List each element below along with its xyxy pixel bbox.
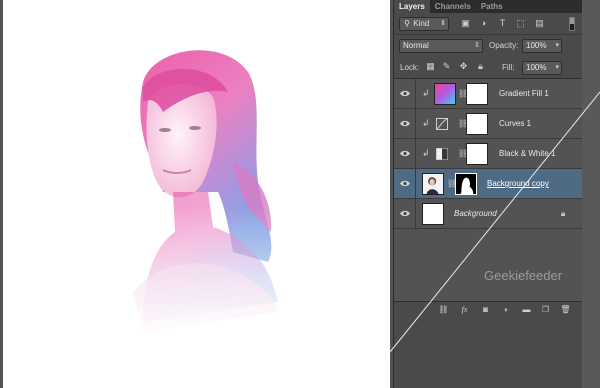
type-filter-icon[interactable]: T — [497, 18, 508, 29]
trash-icon[interactable]: 🗑︎ — [560, 305, 571, 315]
layer-name[interactable]: Background copy — [487, 169, 549, 199]
panel-dock-gutter — [582, 0, 600, 388]
fill-field[interactable]: 100% ▾ — [522, 61, 562, 75]
updown-icon: ⇕ — [474, 42, 480, 49]
tab-layers[interactable]: Layers — [394, 0, 430, 13]
clipping-arrow-icon: ↲ — [422, 148, 430, 158]
lock-image-pixels-icon[interactable]: ✎ — [441, 61, 452, 72]
link-icon[interactable]: ⛓ — [458, 89, 468, 99]
opacity-field[interactable]: 100% ▾ — [522, 39, 562, 53]
link-icon[interactable]: ⛓ — [458, 149, 468, 159]
tab-paths[interactable]: Paths — [476, 0, 508, 13]
chevron-down-icon: ▾ — [555, 42, 559, 49]
document-workspace — [0, 0, 393, 388]
fill-label: Fill: — [502, 63, 515, 72]
clipping-arrow-icon: ↲ — [422, 88, 430, 98]
eye-icon — [400, 210, 410, 217]
mask-thumbnail[interactable] — [466, 83, 488, 105]
layer-filter-row: ⚲ Kind ⇕ ▣ ◑ T ⬚ ▤ — [394, 13, 583, 35]
eye-icon — [400, 150, 410, 157]
filter-kind-label: Kind — [413, 19, 430, 28]
black-white-icon — [436, 148, 448, 160]
lock-position-icon[interactable]: ✥ — [458, 61, 469, 72]
visibility-toggle[interactable] — [394, 139, 416, 169]
lock-transparent-pixels-icon[interactable]: ▦ — [425, 61, 436, 72]
layers-list: ↲ ⛓ Gradient Fill 1 ↲ ⛓ Curves 1 ↲ ⛓ Bla… — [394, 79, 583, 301]
filter-kind-dropdown[interactable]: ⚲ Kind ⇕ — [399, 17, 449, 31]
search-icon: ⚲ — [404, 19, 410, 28]
adjustment-layer-icon[interactable]: ◐ — [501, 305, 512, 315]
gradient-thumbnail[interactable] — [434, 83, 456, 105]
layer-mask-thumbnail[interactable] — [455, 173, 477, 195]
lock-icon: 🔒︎ — [561, 209, 566, 218]
background-thumbnail[interactable] — [422, 203, 444, 225]
lock-all-icon[interactable]: 🔒︎ — [475, 61, 486, 72]
new-layer-icon[interactable]: ❐ — [540, 305, 551, 315]
layer-row-curves[interactable]: ↲ ⛓ Curves 1 — [394, 109, 583, 139]
layer-row-gradient-fill[interactable]: ↲ ⛓ Gradient Fill 1 — [394, 79, 583, 109]
blend-mode-value: Normal — [403, 41, 429, 50]
blend-row: Normal ⇕ Opacity: 100% ▾ — [394, 35, 583, 57]
layer-row-background-copy[interactable]: ⛓ Background copy — [394, 169, 583, 199]
link-layers-icon[interactable]: ⛓ — [438, 305, 449, 315]
fx-icon[interactable]: fx — [459, 305, 470, 315]
layer-name[interactable]: Background — [454, 199, 497, 229]
opacity-label: Opacity: — [489, 41, 519, 50]
panel-tab-bar: Layers Channels Paths — [394, 0, 583, 13]
layers-panel-footer: ⛓ fx ◙ ◐ ▬ ❐ 🗑︎ — [394, 301, 583, 317]
lock-row: Lock: Fill: 100% ▾ — [394, 57, 583, 79]
updown-icon: ⇕ — [440, 20, 446, 27]
eye-icon — [400, 180, 410, 187]
visibility-toggle[interactable] — [394, 109, 416, 139]
smart-object-filter-icon[interactable]: ▤ — [534, 18, 545, 29]
add-mask-icon[interactable]: ◙ — [480, 305, 491, 315]
visibility-toggle[interactable] — [394, 199, 416, 229]
lock-label: Lock: — [400, 63, 420, 72]
eye-icon — [400, 90, 410, 97]
document-canvas[interactable] — [3, 0, 390, 388]
clipping-arrow-icon: ↲ — [422, 118, 430, 128]
tab-channels[interactable]: Channels — [430, 0, 476, 13]
layer-row-background[interactable]: Background 🔒︎ — [394, 199, 583, 229]
chevron-down-icon: ▾ — [555, 64, 559, 71]
image-filter-icon[interactable]: ▣ — [460, 18, 471, 29]
layer-row-black-white[interactable]: ↲ ⛓ Black & White 1 — [394, 139, 583, 169]
link-icon[interactable]: ⛓ — [458, 119, 468, 129]
shape-filter-icon[interactable]: ⬚ — [515, 18, 526, 29]
fill-value: 100% — [526, 63, 547, 72]
eye-icon — [400, 120, 410, 127]
mask-thumbnail[interactable] — [466, 143, 488, 165]
link-icon[interactable]: ⛓ — [447, 179, 457, 189]
layer-name[interactable]: Curves 1 — [499, 109, 531, 139]
filter-toggle-switch[interactable] — [569, 17, 575, 31]
layer-name[interactable]: Gradient Fill 1 — [499, 79, 549, 109]
photo-thumbnail[interactable] — [422, 173, 444, 195]
blend-mode-dropdown[interactable]: Normal ⇕ — [399, 39, 483, 53]
adjustment-filter-icon[interactable]: ◑ — [478, 18, 489, 29]
panel-empty-area — [394, 317, 583, 388]
new-group-icon[interactable]: ▬ — [521, 305, 532, 315]
watermark-text: Geekiefeeder — [484, 268, 563, 283]
mask-thumbnail[interactable] — [466, 113, 488, 135]
curves-icon — [436, 118, 448, 130]
opacity-value: 100% — [526, 41, 547, 50]
layers-panel: Layers Channels Paths ⚲ Kind ⇕ ▣ ◑ T ⬚ ▤… — [393, 0, 600, 388]
visibility-toggle[interactable] — [394, 169, 416, 199]
portrait-image — [103, 42, 293, 342]
visibility-toggle[interactable] — [394, 79, 416, 109]
layer-name[interactable]: Black & White 1 — [499, 139, 555, 169]
